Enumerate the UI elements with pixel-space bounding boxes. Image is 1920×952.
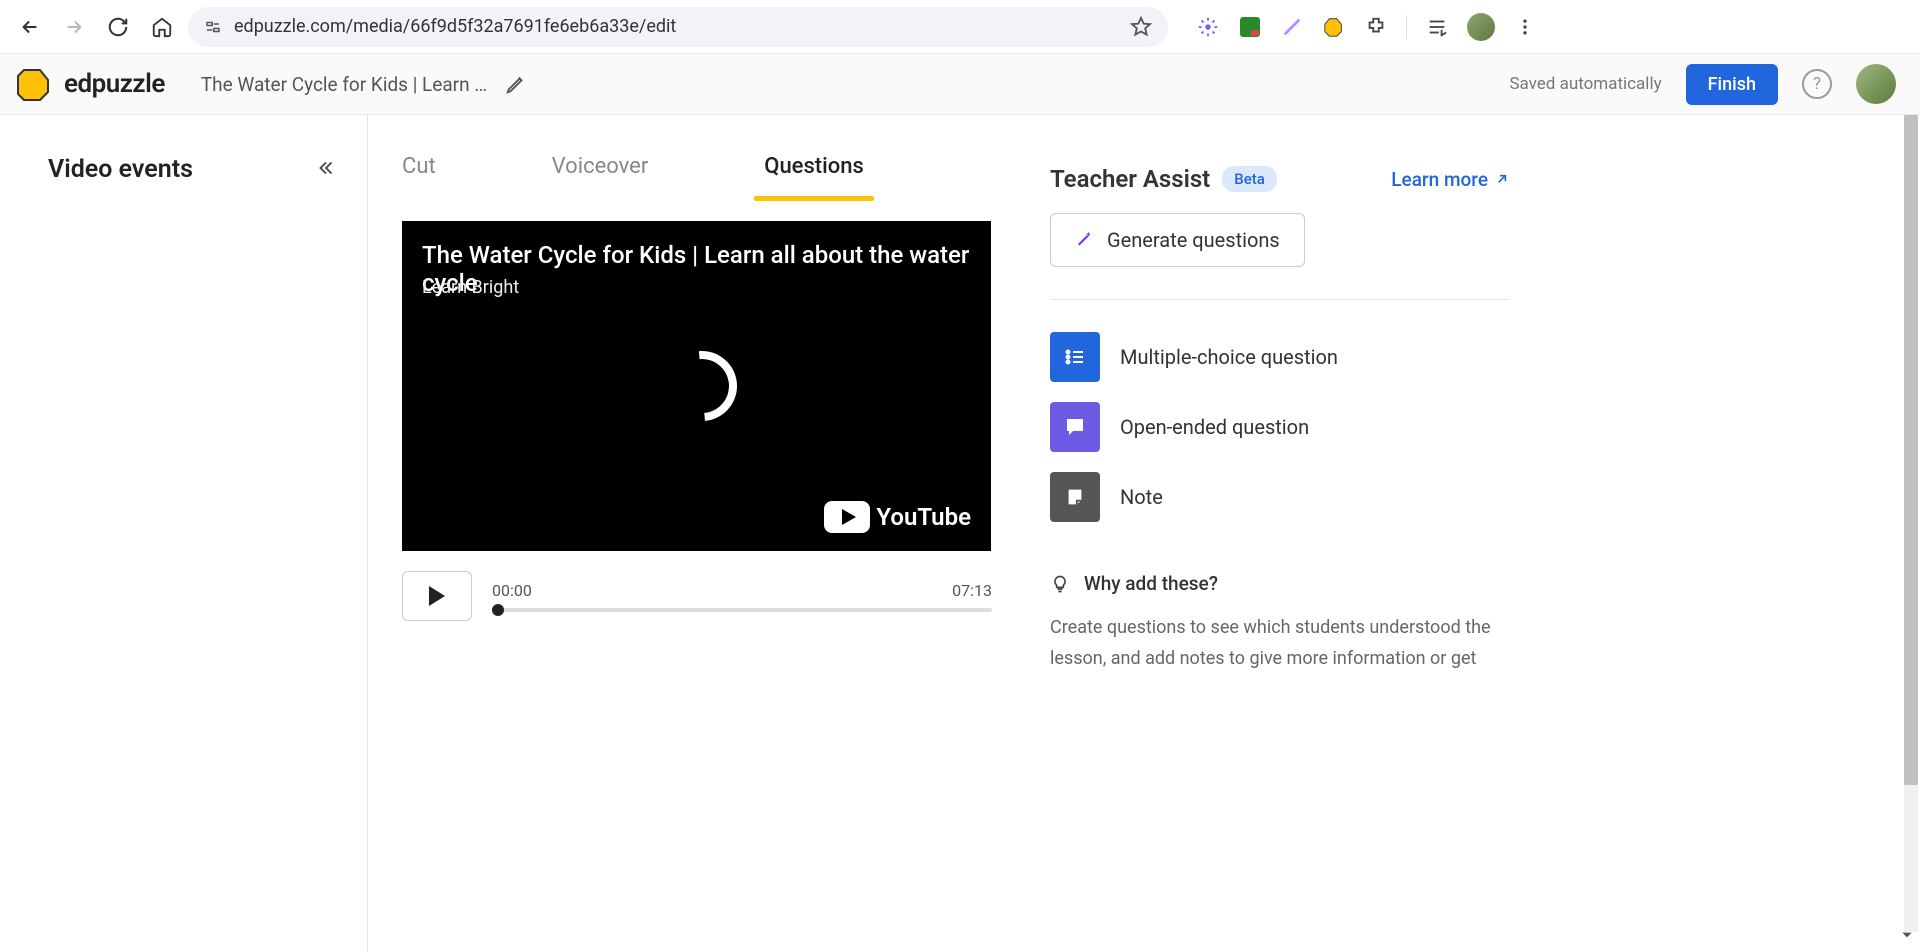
app-header: edpuzzle The Water Cycle for Kids | Lear… <box>0 54 1920 115</box>
reload-button[interactable] <box>100 9 136 45</box>
lightbulb-icon <box>1050 574 1070 594</box>
extension-icon-4[interactable] <box>1322 15 1346 39</box>
document-title[interactable]: The Water Cycle for Kids | Learn … <box>201 73 487 96</box>
sidebar: Video events <box>0 115 368 952</box>
play-icon <box>429 586 445 606</box>
right-panel: Teacher Assist Beta Learn more Generate … <box>1050 115 1510 952</box>
timeline-handle[interactable] <box>492 604 504 616</box>
youtube-play-icon <box>824 501 870 533</box>
video-channel: Learn Bright <box>422 277 519 298</box>
tab-cut[interactable]: Cut <box>402 154 436 201</box>
reading-list-icon[interactable] <box>1425 15 1449 39</box>
edit-title-icon[interactable] <box>505 73 527 95</box>
add-multiple-choice[interactable]: Multiple-choice question <box>1050 332 1510 382</box>
learn-more-link[interactable]: Learn more <box>1391 168 1510 191</box>
time-current: 00:00 <box>492 581 532 600</box>
external-link-icon <box>1494 171 1510 187</box>
editor-tabs: Cut Voiceover Questions <box>402 115 992 201</box>
generate-questions-button[interactable]: Generate questions <box>1050 213 1305 267</box>
profile-avatar-browser[interactable] <box>1467 13 1495 41</box>
bookmark-star-icon[interactable] <box>1130 16 1152 38</box>
profile-avatar-app[interactable] <box>1856 64 1896 104</box>
scrollbar-thumb[interactable] <box>1904 115 1918 785</box>
open-ended-label: Open-ended question <box>1120 415 1309 439</box>
note-label: Note <box>1120 485 1163 509</box>
divider <box>1050 299 1510 300</box>
home-button[interactable] <box>144 9 180 45</box>
edpuzzle-logo-icon <box>16 64 56 104</box>
scrollbar[interactable] <box>1904 115 1918 932</box>
add-open-ended[interactable]: Open-ended question <box>1050 402 1510 452</box>
toolbar-divider <box>1406 15 1407 39</box>
back-button[interactable] <box>12 9 48 45</box>
url-text: edpuzzle.com/media/66f9d5f32a7691fe6eb6a… <box>234 16 1118 37</box>
browser-menu-icon[interactable] <box>1513 15 1537 39</box>
address-bar[interactable]: edpuzzle.com/media/66f9d5f32a7691fe6eb6a… <box>188 7 1168 47</box>
beta-badge: Beta <box>1222 166 1277 192</box>
finish-button[interactable]: Finish <box>1686 64 1778 105</box>
playback-controls: 00:00 07:13 <box>402 571 992 621</box>
multiple-choice-label: Multiple-choice question <box>1120 345 1338 369</box>
extension-icon-1[interactable] <box>1196 15 1220 39</box>
teacher-assist-title: Teacher Assist <box>1050 165 1210 193</box>
why-text: Create questions to see which students u… <box>1050 613 1510 674</box>
help-button[interactable]: ? <box>1802 69 1832 99</box>
main-area: Video events Cut Voiceover Questions The… <box>0 115 1920 952</box>
youtube-text: YouTube <box>876 503 971 531</box>
extension-icon-2[interactable] <box>1238 15 1262 39</box>
play-button[interactable] <box>402 571 472 621</box>
extensions-menu-icon[interactable] <box>1364 15 1388 39</box>
save-status: Saved automatically <box>1509 74 1661 94</box>
timeline-slider[interactable] <box>492 608 992 612</box>
collapse-sidebar-icon[interactable] <box>315 157 337 183</box>
time-total: 07:13 <box>952 581 992 600</box>
extension-icons <box>1196 13 1537 41</box>
loading-spinner-icon <box>652 337 751 436</box>
wand-icon <box>1075 229 1093 252</box>
why-heading: Why add these? <box>1084 572 1218 595</box>
video-player[interactable]: The Water Cycle for Kids | Learn all abo… <box>402 221 991 551</box>
site-settings-icon <box>204 18 222 36</box>
content-area: Cut Voiceover Questions The Water Cycle … <box>368 115 1920 952</box>
forward-button[interactable] <box>56 9 92 45</box>
browser-toolbar: edpuzzle.com/media/66f9d5f32a7691fe6eb6a… <box>0 0 1920 54</box>
extension-icon-3[interactable] <box>1280 15 1304 39</box>
tab-voiceover[interactable]: Voiceover <box>552 154 649 201</box>
question-type-list: Multiple-choice question Open-ended ques… <box>1050 332 1510 522</box>
sidebar-title: Video events <box>48 155 193 184</box>
add-note[interactable]: Note <box>1050 472 1510 522</box>
youtube-logo[interactable]: YouTube <box>824 501 971 533</box>
why-section: Why add these? Create questions to see w… <box>1050 572 1510 674</box>
open-ended-icon <box>1050 402 1100 452</box>
logo-text: edpuzzle <box>64 69 165 99</box>
note-icon <box>1050 472 1100 522</box>
tab-questions[interactable]: Questions <box>764 154 863 201</box>
multiple-choice-icon <box>1050 332 1100 382</box>
scroll-down-icon[interactable] <box>1900 927 1914 946</box>
logo[interactable]: edpuzzle <box>16 64 165 104</box>
